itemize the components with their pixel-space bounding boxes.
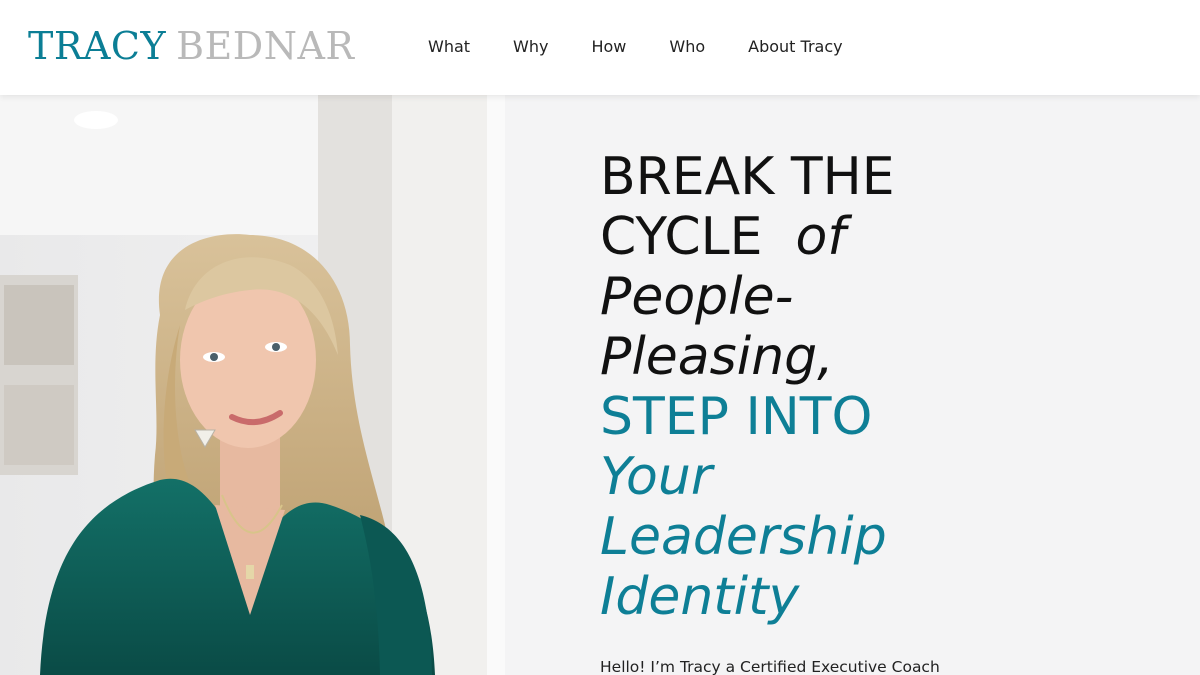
main-nav: What Why How Who About Tracy (428, 36, 886, 58)
logo-first-name: TRACY (28, 24, 167, 68)
site-header: TRACY BEDNAR What Why How Who About Tracy (0, 0, 1200, 95)
headline-cycle: CYCLE (600, 207, 763, 267)
nav-item-who[interactable]: Who (669, 36, 705, 58)
headline-of: of (795, 207, 846, 267)
headline-line-6: Your (600, 447, 713, 507)
headline-line-2: CYCLE of (600, 207, 1000, 267)
hero-headline: BREAK THE CYCLE of People- Pleasing, STE… (600, 147, 1000, 627)
site-logo[interactable]: TRACY BEDNAR (28, 24, 355, 68)
headline-line-8: Identity (600, 567, 800, 627)
nav-item-why[interactable]: Why (513, 36, 548, 58)
logo-last-name: BEDNAR (176, 24, 355, 68)
nav-item-about-tracy[interactable]: About Tracy (748, 36, 842, 58)
headline-line-5: STEP INTO (600, 387, 873, 447)
hero-section: BREAK THE CYCLE of People- Pleasing, STE… (0, 95, 1200, 675)
headline-line-4: Pleasing, (600, 327, 834, 387)
nav-item-how[interactable]: How (591, 36, 626, 58)
headline-line-3: People- (600, 267, 794, 327)
hero-intro-text: Hello! I’m Tracy a Certified Executive C… (600, 658, 940, 675)
hero-portrait-photo (0, 95, 505, 675)
headline-line-7: Leadership (600, 507, 887, 567)
nav-item-what[interactable]: What (428, 36, 470, 58)
hero-copy: BREAK THE CYCLE of People- Pleasing, STE… (600, 147, 1000, 627)
headline-line-1: BREAK THE (600, 147, 895, 207)
